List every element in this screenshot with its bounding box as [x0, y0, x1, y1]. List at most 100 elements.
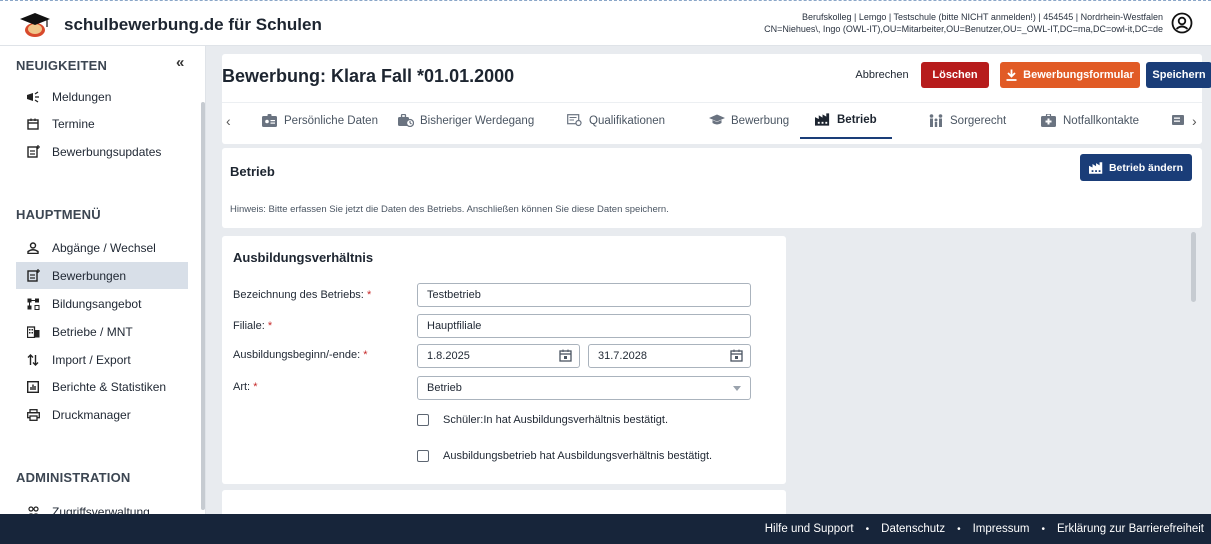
save-button[interactable]: Speichern [1146, 62, 1211, 88]
sidebar-item-meldungen[interactable]: Meldungen [16, 83, 188, 110]
betrieb-section-title: Betrieb [230, 164, 275, 179]
tab-overflow-partial[interactable] [1172, 103, 1194, 139]
main-menu-heading: HAUPTMENÜ [16, 207, 101, 222]
student-confirmed-checkbox[interactable]: Schüler:In hat Ausbildungsverhältnis bes… [417, 414, 668, 426]
required-marker: * [366, 289, 372, 301]
tab-notfallkontakte[interactable]: Notfallkontakte [1041, 103, 1139, 139]
tab-label: Bisheriger Werdegang [420, 115, 535, 127]
sidebar-item-label: Meldungen [52, 89, 112, 104]
required-marker: * [267, 320, 273, 332]
company-name-input[interactable]: Testbetrieb [417, 283, 751, 307]
first-aid-icon [1041, 114, 1057, 128]
sidebar-item-import-export[interactable]: Import / Export [16, 346, 188, 373]
end-date-input[interactable]: 31.7.2028 [588, 344, 751, 368]
career-icon [398, 114, 414, 128]
footer-link-help[interactable]: Hilfe und Support [765, 523, 854, 535]
calendar-icon[interactable] [730, 349, 743, 362]
type-select[interactable]: Betrieb [417, 376, 751, 400]
sidebar-item-abgaenge[interactable]: Abgänge / Wechsel [16, 234, 188, 261]
tab-bewerbung[interactable]: Bewerbung [709, 103, 789, 139]
sidebar-item-label: Betriebe / MNT [52, 324, 133, 339]
tab-label: Persönliche Daten [284, 115, 378, 127]
branch-label: Filiale: * [233, 320, 272, 332]
company-confirmed-label: Ausbildungsbetrieb hat Ausbildungsverhäl… [443, 450, 713, 462]
tab-persoenliche-daten[interactable]: Persönliche Daten [262, 103, 378, 139]
user-circle-icon[interactable] [1171, 12, 1193, 34]
delete-button[interactable]: Löschen [921, 62, 989, 88]
checkbox-box[interactable] [417, 450, 429, 462]
sidebar-scrollbar[interactable] [201, 102, 205, 510]
sitemap-icon [24, 296, 42, 312]
administration-heading: ADMINISTRATION [16, 470, 131, 485]
checkbox-box[interactable] [417, 414, 429, 426]
sidebar-item-bildungsangebot[interactable]: Bildungsangebot [16, 290, 188, 317]
updates-icon [24, 144, 42, 160]
type-value: Betrieb [427, 382, 462, 394]
sidebar-collapse-button[interactable]: « [176, 54, 184, 71]
chart-icon [24, 379, 42, 395]
sidebar-item-label: Berichte & Statistiken [52, 379, 167, 394]
footer: Hilfe und Support • Datenschutz • Impres… [0, 514, 1211, 544]
change-company-button[interactable]: Betrieb ändern [1080, 154, 1192, 181]
student-confirmed-label: Schüler:In hat Ausbildungsverhältnis bes… [443, 414, 669, 426]
period-label: Ausbildungsbeginn/-ende: * [233, 349, 368, 361]
certificate-icon [567, 114, 583, 128]
required-marker: * [363, 349, 368, 361]
sidebar-item-label: Zugriffsverwaltung [52, 504, 150, 515]
required-marker: * [253, 381, 258, 393]
industry-icon [1088, 161, 1103, 174]
building-icon [24, 324, 42, 340]
sidebar-item-termine[interactable]: Termine [16, 110, 188, 137]
import-export-icon [24, 352, 42, 368]
footer-link-imprint[interactable]: Impressum [973, 523, 1030, 535]
sidebar-item-label: Bewerbungen [52, 268, 127, 283]
application-form-button[interactable]: Bewerbungsformular [1000, 62, 1140, 88]
tab-label: Betrieb [837, 114, 877, 126]
footer-link-privacy[interactable]: Datenschutz [881, 523, 945, 535]
users-icon [24, 504, 42, 514]
sidebar-item-label: Abgänge / Wechsel [52, 240, 156, 255]
document-icon [1172, 114, 1188, 128]
start-date-value: 1.8.2025 [427, 350, 470, 362]
printer-icon [24, 407, 42, 423]
applications-icon [24, 268, 42, 284]
start-date-input[interactable]: 1.8.2025 [417, 344, 580, 368]
tab-betrieb[interactable]: Betrieb [800, 103, 892, 139]
family-icon [928, 114, 944, 128]
sidebar-item-zugriffsverwaltung[interactable]: Zugriffsverwaltung [16, 498, 188, 514]
company-confirmed-checkbox[interactable]: Ausbildungsbetrieb hat Ausbildungsverhäl… [417, 450, 712, 462]
sidebar-item-betriebe[interactable]: Betriebe / MNT [16, 318, 188, 345]
footer-link-accessibility[interactable]: Erklärung zur Barrierefreiheit [1057, 523, 1204, 535]
tab-qualifikationen[interactable]: Qualifikationen [567, 103, 665, 139]
type-label-text: Art: [233, 381, 251, 393]
calendar-icon [24, 116, 42, 132]
sidebar-item-druckmanager[interactable]: Druckmanager [16, 401, 188, 428]
tabs-scroll-right-icon[interactable]: › [1192, 113, 1197, 129]
sidebar: NEUIGKEITEN « Meldungen Termine Bewerbun… [0, 46, 206, 514]
tab-sorgerecht[interactable]: Sorgerecht [928, 103, 1006, 139]
calendar-icon[interactable] [559, 349, 572, 362]
tab-bisheriger-werdegang[interactable]: Bisheriger Werdegang [398, 103, 534, 139]
sidebar-item-bewerbungsupdates[interactable]: Bewerbungsupdates [16, 138, 188, 165]
branch-input[interactable]: Hauptfiliale [417, 314, 751, 338]
download-icon [1006, 69, 1017, 81]
form-title: Ausbildungsverhältnis [233, 250, 374, 265]
tab-label: Sorgerecht [950, 115, 1007, 127]
sidebar-item-bewerbungen[interactable]: Bewerbungen [16, 262, 188, 289]
branch-value: Hauptfiliale [427, 320, 482, 332]
main-scrollbar[interactable] [1191, 232, 1196, 302]
sidebar-item-label: Bewerbungsupdates [52, 144, 162, 159]
tabs-scroll-left-icon[interactable]: ‹ [226, 113, 231, 129]
company-name-label-text: Bezeichnung des Betriebs: [233, 289, 364, 301]
tab-label: Notfallkontakte [1063, 115, 1140, 127]
page-title: Bewerbung: Klara Fall *01.01.2000 [222, 66, 515, 86]
context-line-school: Berufskolleg | Lemgo | Testschule (bitte… [801, 12, 1163, 22]
sidebar-item-berichte[interactable]: Berichte & Statistiken [16, 373, 188, 400]
sidebar-item-label: Druckmanager [52, 407, 131, 422]
cancel-button[interactable]: Abbrechen [842, 62, 922, 88]
hint-text: Hinweis: Bitte erfassen Sie jetzt die Da… [230, 204, 669, 215]
news-heading: NEUIGKEITEN [16, 58, 108, 73]
application-header-card: Bewerbung: Klara Fall *01.01.2000 Abbrec… [222, 54, 1211, 144]
branch-label-text: Filiale: [233, 320, 265, 332]
app-title[interactable]: schulbewerbung.de für Schulen [64, 15, 322, 35]
